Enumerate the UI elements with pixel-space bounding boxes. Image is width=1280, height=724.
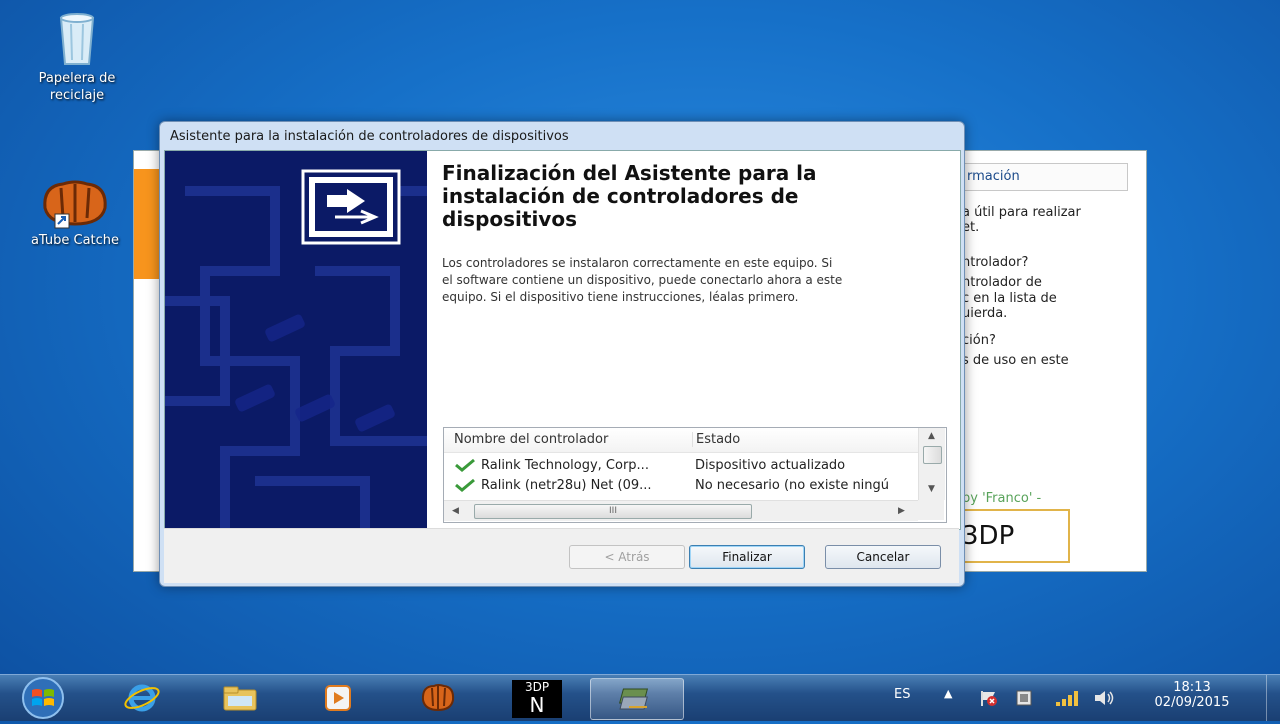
atube-catcher-shortcut[interactable]: aTube Catche bbox=[20, 178, 130, 249]
driver-list-row[interactable]: Ralink Technology, Corp... Dispositivo a… bbox=[444, 456, 918, 476]
taskbar-file-explorer[interactable] bbox=[194, 678, 286, 718]
volume-icon[interactable] bbox=[1092, 688, 1116, 708]
driver-install-icon bbox=[619, 688, 649, 710]
description-line-2: el software contiene un dispositivo, pue… bbox=[442, 273, 843, 287]
vertical-scroll-thumb[interactable] bbox=[923, 446, 942, 464]
media-player-icon bbox=[325, 685, 351, 711]
info-text-line: uierda. bbox=[962, 306, 1008, 321]
dialog-content: Finalización del Asistente para la insta… bbox=[164, 150, 961, 530]
taskbar-media-player[interactable] bbox=[292, 678, 384, 718]
wizard-banner-graphic bbox=[165, 169, 427, 529]
back-button[interactable]: < Atrás bbox=[569, 545, 685, 569]
recycle-bin-label-2: reciclaje bbox=[49, 88, 105, 103]
clock-time: 18:13 bbox=[1173, 680, 1211, 695]
taskbar-atube-catcher[interactable] bbox=[392, 678, 484, 718]
cancel-button[interactable]: Cancelar bbox=[825, 545, 941, 569]
driver-list-header: Nombre del controlador Estado bbox=[444, 428, 918, 453]
scrollbar-corner bbox=[918, 500, 944, 520]
info-text-line: ntrolador? bbox=[962, 255, 1029, 270]
windows-logo-icon bbox=[22, 677, 64, 719]
3dp-icon-letter: N bbox=[529, 693, 545, 717]
3dp-icon-text: 3DP bbox=[524, 680, 550, 694]
folder-icon bbox=[223, 686, 257, 711]
driver-install-wizard-dialog: Asistente para la instalación de control… bbox=[159, 121, 965, 587]
column-header-name[interactable]: Nombre del controlador bbox=[454, 432, 608, 447]
show-hidden-icons-arrow-icon[interactable]: ▲ bbox=[944, 687, 952, 700]
driver-name: Ralink Technology, Corp... bbox=[481, 458, 649, 473]
3dp-logo-box: 3DP bbox=[952, 509, 1070, 563]
taskbar-internet-explorer[interactable] bbox=[96, 678, 188, 718]
info-tab[interactable]: rmación bbox=[962, 163, 1128, 191]
heading-line-1: Finalización del Asistente para la bbox=[442, 161, 817, 185]
wizard-heading: Finalización del Asistente para la insta… bbox=[442, 162, 942, 231]
network-signal-icon[interactable] bbox=[1054, 688, 1080, 708]
baseball-glove-icon bbox=[421, 684, 455, 712]
recycle-bin-shortcut[interactable]: Papelera de reciclaje bbox=[22, 8, 132, 104]
driver-status: No necesario (no existe ningú bbox=[695, 478, 890, 493]
wizard-side-banner bbox=[165, 151, 427, 529]
taskbar-3dp-net[interactable]: 3DP N bbox=[492, 678, 584, 718]
show-desktop-button[interactable] bbox=[1266, 675, 1280, 721]
internet-explorer-icon bbox=[124, 684, 160, 712]
driver-status: Dispositivo actualizado bbox=[695, 458, 846, 473]
start-button[interactable] bbox=[14, 676, 72, 720]
info-text-line: s de uso en este bbox=[962, 353, 1069, 368]
taskbar: 3DP N ES ▲ 18:13 02/09/2015 bbox=[0, 674, 1280, 721]
baseball-glove-icon bbox=[43, 180, 107, 229]
recycle-bin-icon bbox=[59, 13, 95, 65]
dialog-footer: < Atrás Finalizar Cancelar bbox=[164, 528, 959, 583]
action-center-flag-icon[interactable] bbox=[978, 689, 1000, 707]
column-header-status[interactable]: Estado bbox=[692, 432, 740, 447]
system-clock[interactable]: 18:13 02/09/2015 bbox=[1140, 680, 1244, 710]
horizontal-scroll-thumb[interactable]: III bbox=[474, 504, 752, 519]
language-indicator[interactable]: ES bbox=[894, 687, 910, 702]
scroll-up-arrow-icon[interactable]: ▲ bbox=[928, 431, 935, 441]
heading-line-2: instalación de controladores de bbox=[442, 184, 799, 208]
vertical-scrollbar[interactable]: ▲ ▼ bbox=[918, 428, 945, 500]
recycle-bin-label-1: Papelera de bbox=[38, 71, 116, 86]
driver-list-row[interactable]: Ralink (netr28u) Net (09... No necesario… bbox=[444, 476, 918, 496]
horizontal-scrollbar[interactable]: ◀ III ▶ bbox=[444, 500, 918, 521]
info-text-line: a útil para realizar bbox=[962, 205, 1081, 220]
clock-date: 02/09/2015 bbox=[1154, 695, 1230, 710]
3dp-net-icon: 3DP N bbox=[512, 680, 562, 718]
atube-catcher-label: aTube Catche bbox=[30, 233, 120, 248]
credit-text: by 'Franco' - bbox=[962, 491, 1042, 506]
driver-list[interactable]: Nombre del controlador Estado Ralink Tec… bbox=[443, 427, 947, 523]
taskbar-driver-wizard[interactable] bbox=[590, 678, 684, 720]
info-text-line: ción? bbox=[962, 333, 996, 348]
driver-name: Ralink (netr28u) Net (09... bbox=[481, 478, 652, 493]
wizard-description: Los controladores se instalaron correcta… bbox=[442, 255, 947, 306]
scroll-left-arrow-icon[interactable]: ◀ bbox=[452, 506, 459, 516]
description-line-3: equipo. Si el dispositivo tiene instrucc… bbox=[442, 290, 799, 304]
info-text-line: c en la lista de bbox=[962, 291, 1057, 306]
checkmark-icon bbox=[455, 458, 475, 472]
scroll-right-arrow-icon[interactable]: ▶ bbox=[898, 506, 905, 516]
dialog-title[interactable]: Asistente para la instalación de control… bbox=[160, 122, 964, 150]
checkmark-icon bbox=[455, 478, 475, 492]
background-window-info-panel: rmación a útil para realizar et. ntrolad… bbox=[952, 151, 1146, 571]
description-line-1: Los controladores se instalaron correcta… bbox=[442, 256, 833, 270]
scroll-down-arrow-icon[interactable]: ▼ bbox=[928, 484, 935, 494]
finish-button[interactable]: Finalizar bbox=[689, 545, 805, 569]
heading-line-3: dispositivos bbox=[442, 207, 577, 231]
info-text-line: ntrolador de bbox=[962, 275, 1042, 290]
device-tray-icon[interactable] bbox=[1014, 688, 1036, 708]
